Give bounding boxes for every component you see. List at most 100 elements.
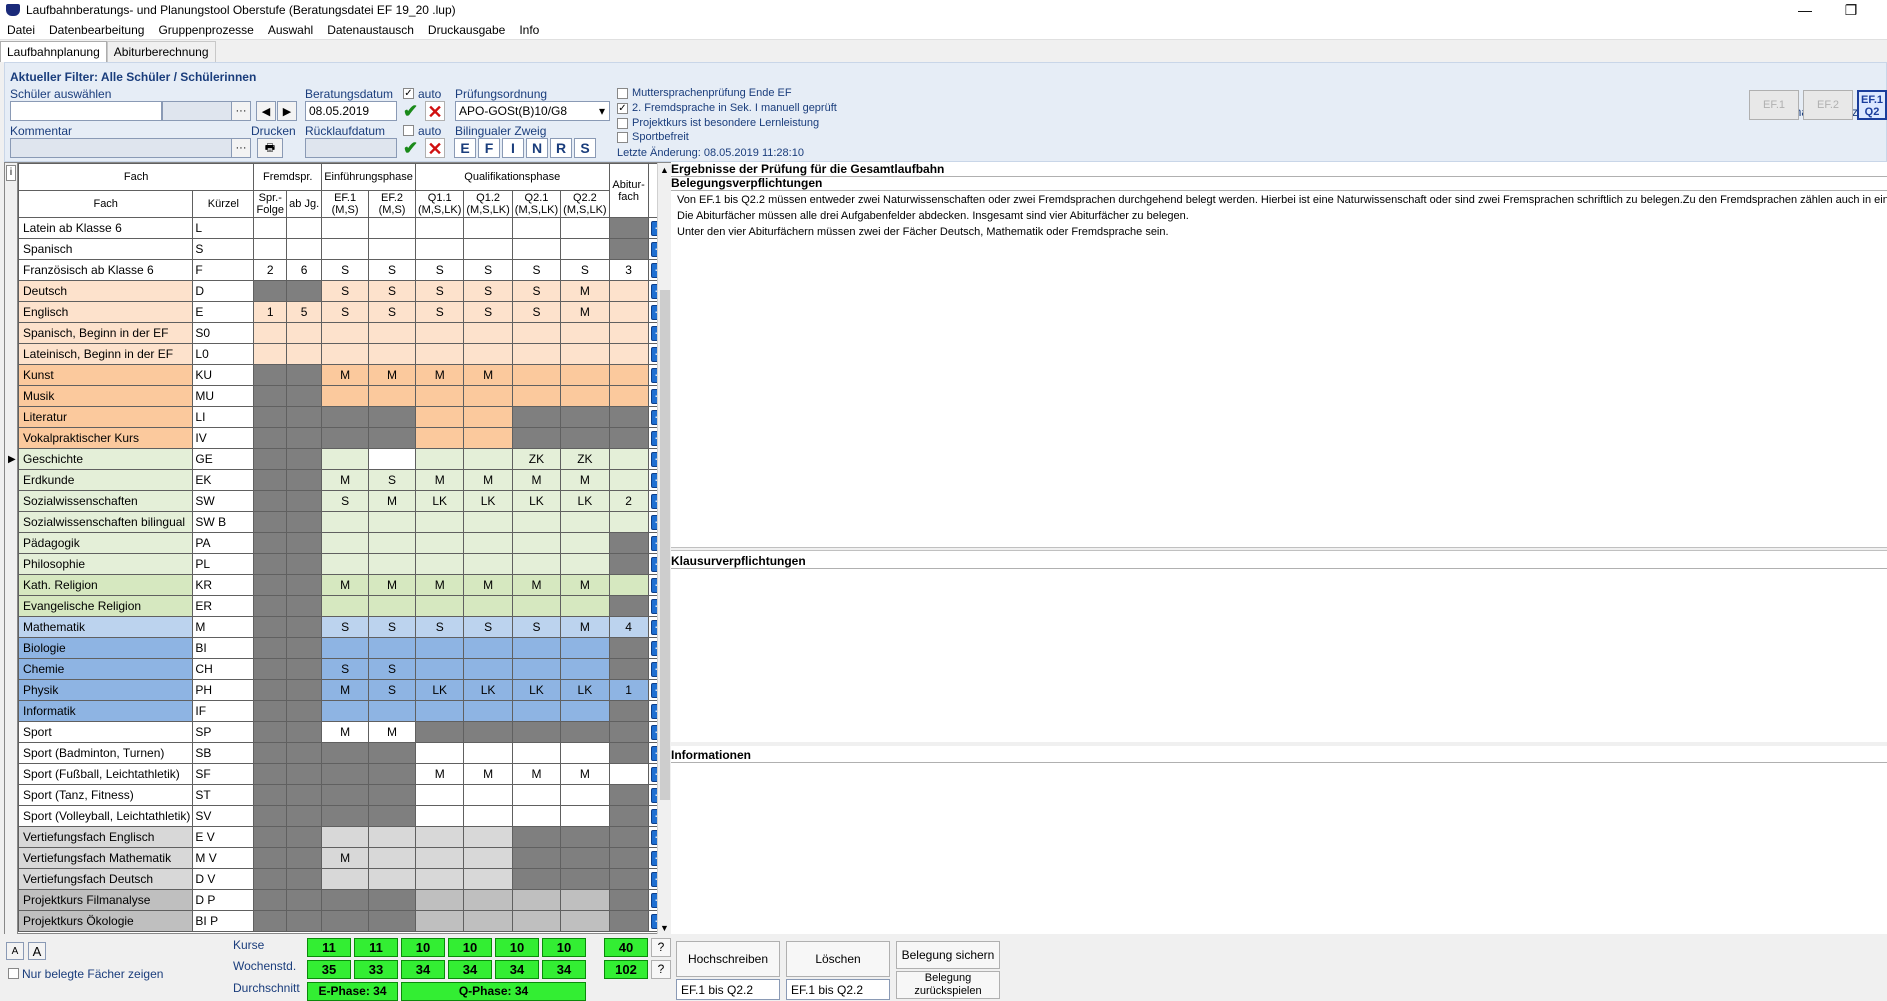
course-cell[interactable] xyxy=(414,910,465,932)
table-row[interactable]: MathematikMSSSSSM4➔ xyxy=(17,616,671,638)
course-cell[interactable] xyxy=(560,553,610,575)
course-cell[interactable] xyxy=(560,742,610,764)
course-cell[interactable] xyxy=(253,511,288,533)
course-cell[interactable]: LK xyxy=(511,490,562,512)
table-row[interactable]: Vertiefungsfach EnglischE V➔ xyxy=(17,826,671,848)
zweig-e-button[interactable]: E xyxy=(454,138,476,158)
course-cell[interactable]: M xyxy=(368,490,416,512)
course-cell[interactable] xyxy=(511,532,562,554)
table-row[interactable]: DeutschDSSSSSM➔ xyxy=(17,280,671,302)
nur-belegte-checkbox[interactable] xyxy=(8,968,19,979)
course-cell[interactable] xyxy=(511,742,562,764)
course-cell[interactable] xyxy=(321,553,370,575)
scroll-down-icon[interactable]: ▼ xyxy=(660,923,669,933)
course-cell[interactable]: S xyxy=(321,259,370,281)
course-cell[interactable] xyxy=(511,910,562,932)
course-cell[interactable] xyxy=(286,721,323,743)
course-cell[interactable] xyxy=(286,217,323,239)
course-cell[interactable]: ZK xyxy=(560,448,610,470)
course-cell[interactable]: M xyxy=(560,280,610,302)
course-cell[interactable] xyxy=(286,889,323,911)
course-cell[interactable] xyxy=(368,427,416,449)
course-cell[interactable] xyxy=(560,322,610,344)
scroll-thumb[interactable] xyxy=(660,290,670,800)
table-row[interactable]: Vokalpraktischer KursIV➔ xyxy=(17,427,671,449)
wochenstd-help-button[interactable]: ? xyxy=(651,960,671,979)
table-row[interactable]: Sport (Badminton, Turnen)SB➔ xyxy=(17,742,671,764)
course-cell[interactable] xyxy=(463,448,513,470)
auto-beratung-checkbox[interactable]: ✓ xyxy=(403,88,414,99)
course-cell[interactable] xyxy=(253,805,288,827)
course-cell[interactable] xyxy=(253,616,288,638)
table-row[interactable]: Sport (Fußball, Leichtathletik)SFMMMM➔ xyxy=(17,763,671,785)
menu-druckausgabe[interactable]: Druckausgabe xyxy=(421,23,512,37)
course-cell[interactable] xyxy=(253,910,288,932)
course-cell[interactable] xyxy=(253,469,288,491)
course-cell[interactable]: M xyxy=(511,574,562,596)
course-cell[interactable]: S xyxy=(368,658,416,680)
course-cell[interactable]: LK xyxy=(560,490,610,512)
menu-gruppenprozesse[interactable]: Gruppenprozesse xyxy=(151,23,260,37)
course-cell[interactable] xyxy=(560,217,610,239)
course-cell[interactable]: S xyxy=(511,301,562,323)
course-cell[interactable] xyxy=(463,700,513,722)
muttersprache-checkbox[interactable] xyxy=(617,88,628,99)
font-smaller-button[interactable]: A xyxy=(6,942,24,960)
course-cell[interactable] xyxy=(463,343,513,365)
course-cell[interactable] xyxy=(253,322,288,344)
course-cell[interactable] xyxy=(608,742,649,764)
course-cell[interactable] xyxy=(463,784,513,806)
menu-datenbearbeitung[interactable]: Datenbearbeitung xyxy=(42,23,151,37)
course-cell[interactable] xyxy=(608,574,649,596)
course-cell[interactable]: 4 xyxy=(608,616,649,638)
course-cell[interactable] xyxy=(286,532,323,554)
course-cell[interactable] xyxy=(286,511,323,533)
zweig-f-button[interactable]: F xyxy=(478,138,500,158)
course-cell[interactable] xyxy=(286,364,323,386)
course-cell[interactable]: S xyxy=(414,301,465,323)
course-cell[interactable]: 1 xyxy=(253,301,288,323)
course-cell[interactable] xyxy=(608,427,649,449)
course-cell[interactable] xyxy=(608,322,649,344)
course-cell[interactable]: S xyxy=(321,301,370,323)
table-row[interactable]: KunstKUMMMM➔ xyxy=(17,364,671,386)
course-cell[interactable]: M xyxy=(321,364,370,386)
course-cell[interactable] xyxy=(511,553,562,575)
course-cell[interactable]: M xyxy=(414,763,465,785)
course-cell[interactable] xyxy=(463,238,513,260)
course-cell[interactable] xyxy=(368,322,416,344)
course-cell[interactable] xyxy=(253,889,288,911)
course-cell[interactable] xyxy=(608,469,649,491)
course-cell[interactable] xyxy=(253,574,288,596)
course-cell[interactable] xyxy=(560,868,610,890)
course-cell[interactable] xyxy=(463,910,513,932)
table-row[interactable]: Projektkurs FilmanalyseD P➔ xyxy=(17,889,671,911)
course-cell[interactable] xyxy=(321,322,370,344)
course-cell[interactable] xyxy=(321,742,370,764)
course-cell[interactable]: S xyxy=(511,259,562,281)
course-cell[interactable]: M xyxy=(560,763,610,785)
course-cell[interactable]: S xyxy=(368,616,416,638)
course-cell[interactable]: S xyxy=(463,259,513,281)
course-cell[interactable] xyxy=(463,322,513,344)
course-cell[interactable]: 6 xyxy=(286,259,323,281)
course-cell[interactable] xyxy=(608,721,649,743)
course-cell[interactable]: 3 xyxy=(608,259,649,281)
course-cell[interactable] xyxy=(560,700,610,722)
course-cell[interactable]: S xyxy=(463,301,513,323)
table-row[interactable]: PhysikPHMSLKLKLKLK1➔ xyxy=(17,679,671,701)
course-cell[interactable] xyxy=(511,658,562,680)
course-cell[interactable] xyxy=(463,406,513,428)
zweig-r-button[interactable]: R xyxy=(550,138,572,158)
fremdsprache-checkbox[interactable]: ✓ xyxy=(617,103,628,114)
confirm-beratung-icon[interactable]: ✔ xyxy=(403,101,418,121)
tab-laufbahnplanung[interactable]: Laufbahnplanung xyxy=(0,41,107,62)
zweig-n-button[interactable]: N xyxy=(526,138,548,158)
course-cell[interactable] xyxy=(321,910,370,932)
table-row[interactable]: Sport (Tanz, Fitness)ST➔ xyxy=(17,784,671,806)
clear-ruecklauf-icon[interactable]: ✕ xyxy=(425,138,445,159)
course-cell[interactable] xyxy=(463,427,513,449)
course-cell[interactable] xyxy=(286,658,323,680)
info-icon[interactable]: i xyxy=(6,165,16,181)
course-cell[interactable] xyxy=(253,385,288,407)
